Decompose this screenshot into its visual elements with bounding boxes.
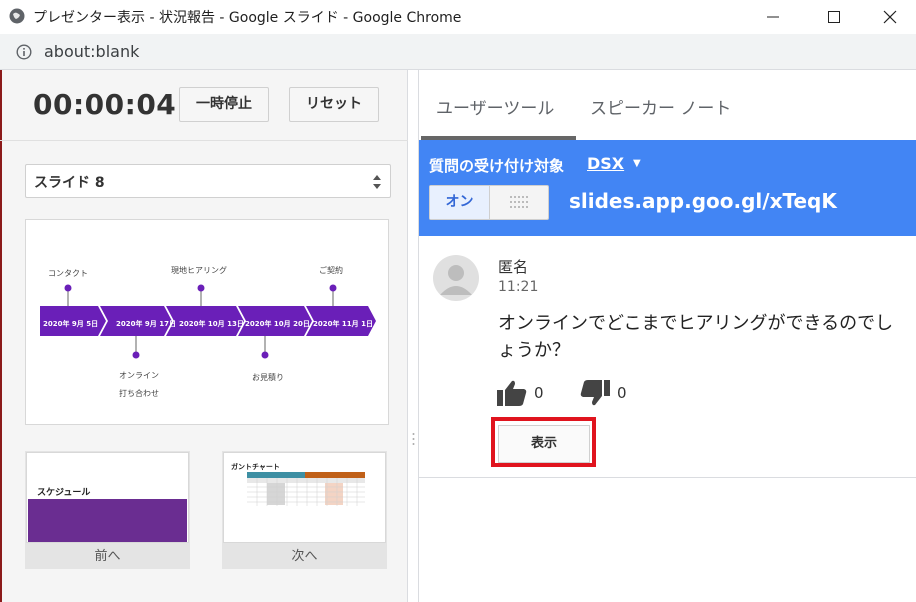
thumbs-down-icon[interactable] [580, 380, 610, 406]
toggle-on-label: オン [430, 186, 490, 219]
slide-select-value: スライド 8 [34, 175, 105, 191]
prev-slide-thumbnail: スケジュール [26, 452, 189, 543]
timeline-label: ご契約 [319, 266, 343, 275]
avatar [433, 255, 479, 301]
present-button[interactable]: 表示 [498, 425, 590, 463]
timeline-date: 2020年 9月 17日 [116, 320, 176, 328]
tab-audience-tools[interactable]: ユーザーツール [436, 94, 554, 119]
gantt-graphic [247, 472, 365, 506]
close-icon [883, 10, 897, 24]
accepting-label: 質問の受け付け対象 [429, 157, 565, 175]
next-slide-title: ガントチャート [231, 463, 280, 471]
reset-button[interactable]: リセット [289, 87, 379, 122]
timeline-date: 2020年 10月 20日 [245, 320, 310, 328]
next-caption: 次へ [291, 549, 318, 564]
dislike-count: 0 [617, 384, 627, 402]
slide-select[interactable]: スライド 8 [25, 164, 391, 198]
timeline-label: 打ち合わせ [119, 389, 159, 398]
prev-slide-banner [28, 499, 187, 542]
timeline-date: 2020年 10月 13日 [179, 320, 244, 328]
minimize-button[interactable] [749, 0, 797, 34]
thumbs-up-icon[interactable] [497, 380, 527, 406]
timer: 00:00:04 [33, 88, 177, 121]
select-arrows-icon [373, 175, 381, 189]
tab-speaker-notes[interactable]: スピーカー ノート [590, 94, 731, 119]
prev-slide-button[interactable]: スケジュール 前へ [25, 451, 190, 569]
prev-slide-title: スケジュール [37, 488, 91, 498]
caret-down-icon[interactable]: ▼ [633, 158, 641, 169]
next-slide-button[interactable]: ガントチャート 次へ [222, 451, 387, 569]
timeline-label: 現地ヒアリング [171, 266, 227, 275]
person-icon [440, 265, 472, 295]
presenter-right-panel: ユーザーツール スピーカー ノート 質問の受け付け対象 DSX ▼ オン sli… [418, 70, 916, 602]
like-count: 0 [534, 384, 544, 402]
timeline-date: 2020年 9月 5日 [43, 320, 99, 328]
audience-dropdown[interactable]: DSX [587, 154, 624, 173]
prev-caption: 前へ [94, 549, 121, 564]
window-title: プレゼンター表示 - 状況報告 - Google スライド - Google C… [33, 10, 462, 26]
toggle-grip-icon [510, 196, 528, 208]
maximize-icon [828, 11, 840, 23]
next-slide-thumbnail: ガントチャート [223, 452, 386, 543]
timeline-date: 2020年 11月 1日 [313, 320, 373, 328]
url-text[interactable]: about:blank [44, 42, 139, 61]
presenter-left-panel: 00:00:04 一時停止 リセット スライド 8 コンタクト 現地ヒアリング … [0, 70, 408, 602]
address-bar[interactable]: about:blank [0, 34, 916, 70]
close-button[interactable] [866, 0, 914, 34]
minimize-icon [767, 16, 779, 18]
maximize-button[interactable] [810, 0, 858, 34]
globe-icon [9, 8, 25, 24]
current-slide: コンタクト 現地ヒアリング ご契約 オンライン 打ち合わせ お見積り 2020年… [25, 219, 389, 425]
timeline-label: お見積り [252, 373, 284, 382]
question-time: 11:21 [498, 279, 539, 295]
question-text: オンラインでどこまでヒアリングができるのでしょうか？ [498, 313, 894, 361]
timeline-label: コンタクト [48, 269, 88, 278]
qa-toggle[interactable]: オン [429, 185, 549, 220]
qa-header: 質問の受け付け対象 DSX ▼ オン slides.app.goo.gl/xTe… [419, 140, 916, 236]
qa-link[interactable]: slides.app.goo.gl/xTeqK [569, 189, 837, 213]
panel-splitter-handle[interactable] [412, 432, 415, 446]
question-author: 匿名 [498, 258, 529, 276]
info-icon[interactable] [16, 44, 32, 60]
question-card: 匿名 11:21 オンラインでどこまでヒアリングができるのでしょうか？ 0 0 … [419, 236, 916, 478]
pause-button[interactable]: 一時停止 [179, 87, 269, 122]
title-bar: プレゼンター表示 - 状況報告 - Google スライド - Google C… [0, 0, 916, 34]
divider [0, 140, 408, 141]
timeline-label: オンライン [119, 371, 159, 380]
